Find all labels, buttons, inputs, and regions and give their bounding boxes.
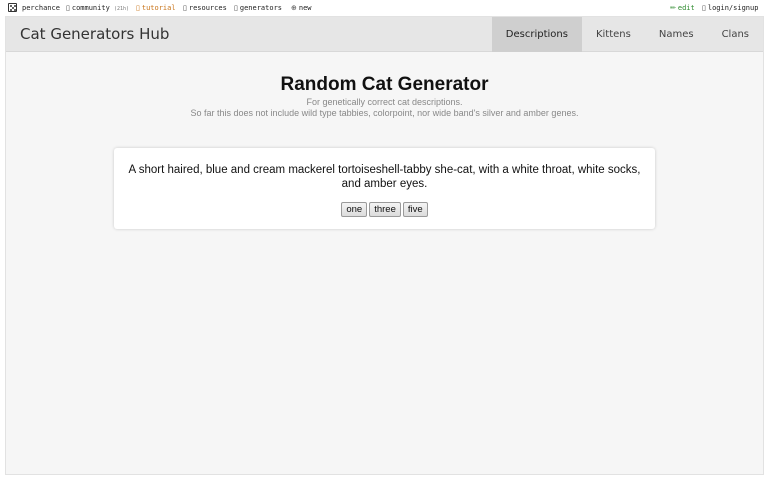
book-icon: ▯	[136, 4, 140, 12]
generators-icon: ▯	[234, 4, 238, 12]
tutorial-label: tutorial	[141, 4, 176, 12]
dice-icon[interactable]	[8, 3, 17, 12]
resources-icon: ▯	[183, 4, 187, 12]
tab-names[interactable]: Names	[645, 17, 708, 52]
generate-buttons: one three five	[114, 202, 655, 217]
chat-icon: ▯	[66, 4, 70, 12]
pencil-icon: ✏	[670, 4, 676, 12]
perchance-topbar: perchance ▯ community (21h) ▯ tutorial ▯ re…	[0, 0, 768, 16]
generators-link[interactable]: ▯ generators	[234, 4, 282, 12]
resources-link[interactable]: ▯ resources	[183, 4, 227, 12]
generate-one-button[interactable]: one	[341, 202, 368, 217]
new-label: new	[298, 4, 312, 12]
generate-three-button[interactable]: three	[369, 202, 401, 217]
community-label: community	[71, 4, 110, 12]
output-card: A short haired, blue and cream mackerel …	[114, 148, 655, 229]
hub-title: Cat Generators Hub	[20, 25, 170, 43]
generators-label: generators	[239, 4, 283, 12]
tab-kittens[interactable]: Kittens	[582, 17, 645, 52]
tab-clans[interactable]: Clans	[708, 17, 763, 52]
hub-nav: Descriptions Kittens Names Clans	[491, 17, 763, 52]
new-link[interactable]: ⊕ new	[291, 4, 312, 12]
user-icon: ▯	[702, 4, 706, 12]
site-link[interactable]: perchance	[22, 4, 60, 12]
generator-frame: Cat Generators Hub Descriptions Kittens …	[5, 16, 764, 475]
community-link[interactable]: ▯ community (21h)	[66, 4, 129, 13]
edit-link[interactable]: ✏ edit	[670, 4, 695, 12]
page-subtitle: For genetically correct cat descriptions…	[306, 97, 463, 107]
login-label: login/signup	[707, 4, 759, 12]
login-link[interactable]: ▯ login/signup	[702, 4, 758, 12]
community-count: (21h)	[114, 6, 130, 12]
edit-label: edit	[677, 4, 695, 12]
plus-circle-icon: ⊕	[291, 4, 297, 12]
generate-five-button[interactable]: five	[402, 202, 428, 217]
tab-descriptions[interactable]: Descriptions	[491, 17, 582, 52]
page-title: Random Cat Generator	[280, 74, 489, 95]
page-note: So far this does not include wild type t…	[190, 108, 579, 118]
cat-description-output: A short haired, blue and cream mackerel …	[128, 164, 641, 190]
resources-label: resources	[188, 4, 227, 12]
tutorial-link[interactable]: ▯ tutorial	[136, 4, 176, 12]
hub-header: Cat Generators Hub Descriptions Kittens …	[6, 17, 763, 52]
